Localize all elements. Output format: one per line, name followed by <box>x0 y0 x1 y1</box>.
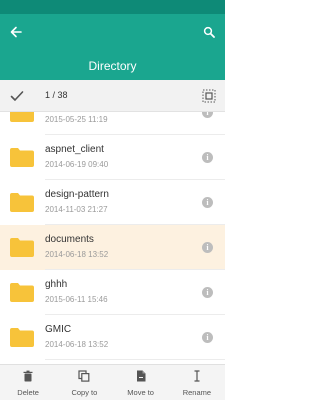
check-icon <box>10 91 24 101</box>
file-name: ghhh <box>45 279 68 290</box>
file-name: aspnet_client <box>45 144 104 155</box>
page-title: Directory <box>88 59 137 73</box>
info-icon[interactable]: i <box>202 332 213 343</box>
file-date: 2015-05-25 11:19 <box>45 115 108 124</box>
app-bar: Directory <box>0 14 225 80</box>
back-arrow-icon <box>10 26 22 38</box>
file-row[interactable]: documents 2014-06-18 13:52 i <box>0 225 225 270</box>
selection-bar: 1 / 38 <box>0 80 225 112</box>
file-name: documents <box>45 234 94 245</box>
file-name: design-pattern <box>45 189 109 200</box>
file-date: 2015-06-11 15:46 <box>45 295 108 304</box>
file-row[interactable]: GMIC 2014-06-18 13:52 i <box>0 315 225 360</box>
select-all-button[interactable] <box>199 86 219 106</box>
bottom-action-bar: Delete Copy to Move to Rename <box>0 364 225 400</box>
info-icon[interactable]: i <box>202 197 213 208</box>
file-row[interactable]: ghhh 2015-06-11 15:46 i <box>0 270 225 315</box>
folder-icon <box>10 328 34 347</box>
info-icon[interactable]: i <box>202 287 213 298</box>
info-icon[interactable]: i <box>202 112 213 118</box>
rename-label: Rename <box>182 388 212 397</box>
row-divider <box>45 359 225 360</box>
selection-count: 1 / 38 <box>45 90 68 100</box>
rename-button[interactable]: Rename <box>169 365 225 400</box>
file-date: 2014-11-03 21:27 <box>45 205 108 214</box>
file-row[interactable]: A 2015-05-25 11:19 i <box>0 112 225 135</box>
select-all-icon <box>202 89 216 103</box>
folder-icon <box>10 112 34 122</box>
file-list: A 2015-05-25 11:19 i aspnet_client 2014-… <box>0 112 225 364</box>
folder-icon <box>10 148 34 167</box>
file-name: GMIC <box>45 324 72 335</box>
copy-icon <box>78 370 90 382</box>
file-date: 2014-06-18 13:52 <box>45 340 109 349</box>
copy-to-button[interactable]: Copy to <box>56 365 112 400</box>
file-date: 2014-06-18 13:52 <box>45 250 109 259</box>
folder-icon <box>10 283 34 302</box>
search-button[interactable] <box>199 22 219 42</box>
back-button[interactable] <box>6 22 26 42</box>
delete-icon <box>23 370 33 382</box>
rename-icon <box>194 370 200 382</box>
folder-icon <box>10 238 34 257</box>
info-icon[interactable]: i <box>202 152 213 163</box>
move-file-icon <box>136 370 146 382</box>
copy-to-label: Copy to <box>71 388 98 397</box>
done-button[interactable] <box>8 87 26 105</box>
file-row[interactable]: design-pattern 2014-11-03 21:27 i <box>0 180 225 225</box>
search-icon <box>203 26 215 38</box>
move-to-button[interactable]: Move to <box>113 365 169 400</box>
delete-label: Delete <box>17 388 39 397</box>
status-bar <box>0 0 225 14</box>
file-date: 2014-06-19 09:40 <box>45 160 109 169</box>
file-row[interactable]: aspnet_client 2014-06-19 09:40 i <box>0 135 225 180</box>
folder-icon <box>10 193 34 212</box>
info-icon[interactable]: i <box>202 242 213 253</box>
move-to-label: Move to <box>127 388 154 397</box>
delete-button[interactable]: Delete <box>0 365 56 400</box>
